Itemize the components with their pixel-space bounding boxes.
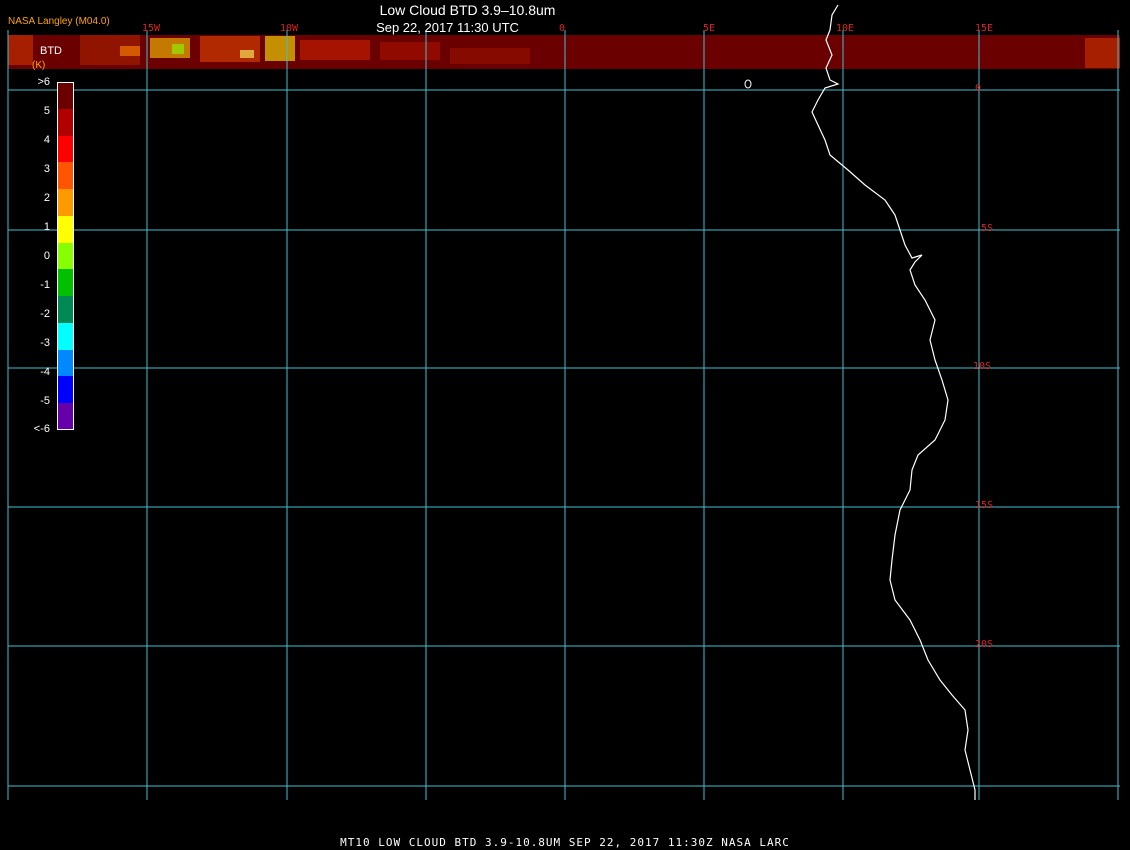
- colorbar-label: 1: [43, 221, 50, 233]
- latitude-label: 5S: [981, 223, 994, 234]
- latitude-label: 10S: [973, 361, 992, 372]
- colorbar-label: -3: [40, 337, 50, 349]
- colorbar-unit: (K): [32, 60, 46, 71]
- colorbar-label: 4: [43, 134, 50, 146]
- colorbar-label: -2: [40, 308, 50, 320]
- longitude-label: 0: [559, 23, 566, 34]
- longitude-label: 5E: [703, 23, 716, 34]
- cloud-patch: [450, 48, 530, 64]
- cloud-patch: [265, 36, 295, 61]
- colorbar-label: >6: [37, 76, 50, 88]
- cloud-patch: [120, 46, 140, 56]
- latitude-label: 0: [975, 83, 982, 94]
- longitude-label: 15W: [142, 23, 161, 34]
- latitude-label: 20S: [975, 639, 994, 650]
- cloud-patch: [240, 50, 254, 58]
- colorbar-label: -1: [40, 279, 50, 291]
- latitude-label: 15S: [975, 500, 994, 511]
- colorbar-title: BTD: [40, 45, 62, 57]
- org-label: NASA Langley (M04.0): [8, 16, 110, 27]
- cloud-patch: [200, 36, 260, 62]
- cloud-patch: [380, 42, 440, 60]
- cloud-patch: [172, 44, 184, 54]
- lat-lon-grid: [7, 30, 1120, 800]
- cloud-band-layer: [8, 35, 1120, 69]
- colorbar-label: 2: [43, 192, 50, 204]
- longitude-label: 10E: [836, 23, 855, 34]
- cloud-patch: [8, 35, 33, 65]
- colorbar-label: 3: [43, 163, 50, 175]
- colorbar-label: 5: [43, 105, 50, 117]
- map-title: Low Cloud BTD 3.9–10.8um: [379, 2, 556, 18]
- cloud-patch: [1085, 38, 1120, 68]
- cloud-patch: [300, 40, 370, 60]
- colorbar-frame: [57, 82, 74, 430]
- colorbar-label: -4: [40, 366, 50, 378]
- longitude-label: 10W: [280, 23, 299, 34]
- island-outline: [744, 79, 752, 89]
- colorbar-label: 0: [43, 250, 50, 262]
- footer-caption: MT10 LOW CLOUD BTD 3.9-10.8UM SEP 22, 20…: [340, 836, 790, 849]
- longitude-label: 15E: [975, 23, 994, 34]
- map-subtitle: Sep 22, 2017 11:30 UTC: [376, 20, 519, 35]
- satellite-map: [7, 4, 1120, 800]
- coastline-path: [811, 4, 976, 800]
- coastline: [744, 4, 976, 800]
- colorbar-label: -5: [40, 395, 50, 407]
- colorbar-label: <-6: [33, 423, 50, 435]
